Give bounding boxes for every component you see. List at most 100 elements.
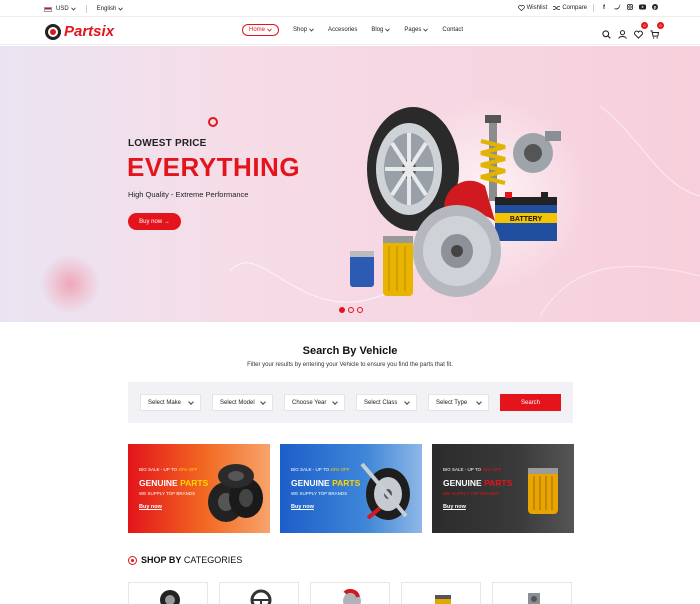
compare-label: Compare — [562, 5, 587, 11]
slide-dot-1[interactable] — [339, 307, 345, 313]
oil-filter-yellow-icon — [383, 236, 413, 296]
main-header: Partsix Home Shop Accesories Blog Pages … — [0, 17, 700, 45]
divider — [593, 4, 594, 12]
user-icon[interactable] — [618, 26, 627, 39]
compare-link[interactable]: Compare — [553, 5, 587, 11]
select-class-dropdown[interactable]: Select Class — [356, 394, 417, 411]
promo-headline: GENUINE PARTS — [139, 478, 209, 488]
main-nav: Home Shop Accesories Blog Pages Contact — [242, 24, 463, 36]
nav-home-label: Home — [249, 27, 266, 33]
battery-icon: BATTERY — [495, 192, 557, 241]
nav-pages[interactable]: Pages — [404, 27, 429, 33]
top-bar: USD English Wishlist Compare f p — [0, 0, 700, 17]
logo-mark-icon — [45, 23, 61, 40]
currency-label: USD — [56, 6, 69, 12]
wishlist-count-badge: 0 — [641, 22, 648, 29]
category-title-rest: CATEGORIES — [181, 555, 243, 565]
promo-headline: GENUINE PARTS — [443, 478, 513, 488]
cart-icon[interactable]: 0 — [650, 22, 664, 39]
heart-icon — [517, 5, 525, 11]
hero-subtitle: High Quality - Extreme Performance — [128, 190, 249, 199]
nav-blog-label: Blog — [371, 27, 384, 33]
promo-sale-text: BIG SALE - UP TO 40% OFF — [443, 467, 502, 472]
tire-stack-icon — [208, 464, 263, 522]
brake-disc-icon — [343, 589, 361, 604]
promo-headline: GENUINE PARTS — [291, 478, 361, 488]
hero-eyebrow: LOWEST PRICE — [128, 138, 207, 149]
divider — [85, 5, 87, 13]
battery-label: BATTERY — [510, 216, 543, 223]
wheel-wrench-icon — [360, 462, 410, 520]
promo-buy-now-link[interactable]: Buy now — [443, 504, 466, 510]
facebook-icon[interactable]: f — [600, 5, 608, 11]
promo-sale-text: BIG SALE - UP TO 40% OFF — [291, 467, 350, 472]
transmission-icon — [528, 593, 540, 604]
category-card[interactable] — [128, 582, 208, 604]
nav-accesories[interactable]: Accesories — [328, 27, 357, 33]
cart-count-badge: 0 — [657, 22, 664, 29]
nav-blog[interactable]: Blog — [371, 27, 391, 33]
promo-sale-text: BIG SALE - UP TO 40% OFF — [139, 467, 198, 472]
promo-banner-tires[interactable]: BIG SALE - UP TO 40% OFF GENUINE PARTS W… — [128, 444, 270, 533]
category-card[interactable] — [401, 582, 481, 604]
oil-filter-blue-icon — [350, 251, 374, 287]
select-type-dropdown[interactable]: Select Type — [428, 394, 489, 411]
promo-buy-now-link[interactable]: Buy now — [291, 504, 314, 510]
nav-contact-label: Contact — [442, 27, 464, 33]
category-card[interactable] — [310, 582, 390, 604]
section-bullet-icon — [128, 555, 137, 565]
wishlist-link[interactable]: Wishlist — [517, 5, 548, 11]
category-title-bold: SHOP BY — [141, 555, 182, 565]
us-flag-icon — [44, 6, 52, 12]
shuffle-icon — [553, 6, 561, 10]
promo-buy-now-link[interactable]: Buy now — [139, 504, 162, 510]
choose-year-dropdown[interactable]: Choose Year — [284, 394, 345, 411]
chevron-down-icon — [70, 7, 76, 11]
chevron-down-icon — [309, 28, 314, 32]
promo-banner-filter[interactable]: BIG SALE - UP TO 40% OFF GENUINE PARTS W… — [432, 444, 574, 533]
pinterest-icon[interactable]: p — [652, 4, 658, 12]
twitter-icon[interactable] — [614, 4, 621, 12]
promo-banner-wheel[interactable]: BIG SALE - UP TO 40% OFF GENUINE PARTS W… — [280, 444, 422, 533]
search-by-vehicle-title: Search By Vehicle — [302, 345, 398, 357]
nav-shop[interactable]: Shop — [293, 27, 314, 33]
nav-contact[interactable]: Contact — [442, 27, 463, 33]
nav-shop-label: Shop — [293, 27, 308, 33]
youtube-icon[interactable] — [639, 4, 646, 12]
promo-tagline: WE SUPPLY TOP BRANDS — [443, 491, 500, 496]
hero-buy-now-button[interactable]: Buy now → — [128, 213, 181, 230]
promo-tagline: WE SUPPLY TOP BRANDS — [139, 491, 196, 496]
nav-accesories-label: Accesories — [328, 27, 358, 33]
select-make-dropdown[interactable]: Select Make — [140, 394, 201, 411]
currency-selector[interactable]: USD — [44, 6, 76, 12]
chevron-down-icon — [118, 7, 124, 11]
search-icon[interactable] — [602, 26, 611, 39]
vehicle-search-button[interactable]: Search — [500, 394, 561, 411]
select-model-dropdown[interactable]: Select Model — [212, 394, 273, 411]
slide-dot-2[interactable] — [348, 307, 354, 313]
engine-part-icon — [435, 595, 451, 604]
slide-dot-3[interactable] — [357, 307, 363, 313]
brake-disc-icon — [413, 205, 501, 297]
turbo-icon — [513, 131, 561, 173]
oil-filter-icon — [528, 468, 558, 514]
header-icons: 0 0 — [602, 22, 664, 39]
nav-home[interactable]: Home — [242, 24, 280, 36]
logo-text: Partsix — [64, 23, 115, 40]
language-selector[interactable]: English — [97, 6, 124, 12]
svg-text:p: p — [654, 5, 657, 10]
logo[interactable]: Partsix — [45, 23, 114, 40]
nav-pages-label: Pages — [404, 27, 422, 33]
category-card[interactable] — [492, 582, 572, 604]
wishlist-label: Wishlist — [526, 5, 548, 11]
promo-tagline: WE SUPPLY TOP BRANDS — [291, 491, 348, 496]
hero-slider: LOWEST PRICE EVERYTHING High Quality - E… — [0, 46, 700, 322]
wishlist-heart-icon[interactable]: 0 — [634, 22, 648, 39]
shop-by-categories-title: SHOP BY CATEGORIES — [128, 555, 242, 565]
top-bar-right: Wishlist Compare f p — [517, 4, 658, 12]
chevron-down-icon — [423, 28, 429, 32]
wheel-icon — [160, 590, 180, 604]
instagram-icon[interactable] — [627, 4, 633, 12]
slider-dots — [339, 307, 363, 313]
category-card[interactable] — [219, 582, 299, 604]
